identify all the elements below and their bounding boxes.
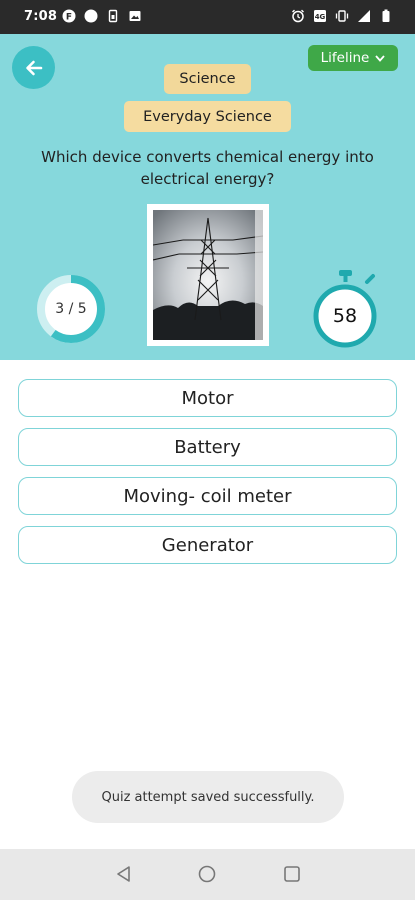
signal-icon <box>358 10 370 22</box>
chevron-down-icon <box>375 54 386 62</box>
svg-text:4G: 4G <box>315 13 326 21</box>
sim-icon <box>108 9 118 23</box>
svg-text:F: F <box>66 13 72 23</box>
answer-option[interactable]: Battery <box>18 428 397 466</box>
topic-chip: Everyday Science <box>124 101 291 132</box>
nav-home-icon[interactable] <box>196 863 218 885</box>
nav-recents-icon[interactable] <box>281 863 303 885</box>
question-timer: 58 <box>313 270 379 348</box>
answer-option[interactable]: Moving- coil meter <box>18 477 397 515</box>
battery-icon <box>382 9 390 22</box>
circle-icon <box>84 9 98 23</box>
image-icon <box>129 11 141 21</box>
status-left-icons: F <box>62 9 142 23</box>
arrow-left-icon <box>25 60 42 75</box>
lifeline-dropdown[interactable]: Lifeline <box>308 45 398 71</box>
subject-chip: Science <box>164 64 251 94</box>
transmission-tower-photo <box>153 210 263 340</box>
progress-label: 3 / 5 <box>55 301 87 317</box>
nav-back-icon[interactable] <box>113 863 135 885</box>
lifeline-label: Lifeline <box>320 50 370 66</box>
back-button[interactable] <box>12 46 55 89</box>
system-nav-bar <box>0 849 415 900</box>
quiz-header: Lifeline Science Everyday Science Which … <box>0 34 415 360</box>
status-bar: 7:08 F 4G <box>0 0 415 34</box>
answer-option[interactable]: Generator <box>18 526 397 564</box>
f-icon: F <box>62 9 76 23</box>
question-progress: 3 / 5 <box>34 272 108 346</box>
question-image <box>147 204 269 346</box>
data-icon: 4G <box>314 10 326 22</box>
timer-seconds: 58 <box>332 305 358 327</box>
alarm-icon <box>292 9 304 23</box>
toast-message: Quiz attempt saved successfully. <box>72 771 344 823</box>
answer-option[interactable]: Motor <box>18 379 397 417</box>
status-time: 7:08 <box>24 9 58 24</box>
vibrate-icon <box>335 10 349 22</box>
status-right-icons: 4G <box>291 9 393 23</box>
question-text: Which device converts chemical energy in… <box>41 148 374 188</box>
